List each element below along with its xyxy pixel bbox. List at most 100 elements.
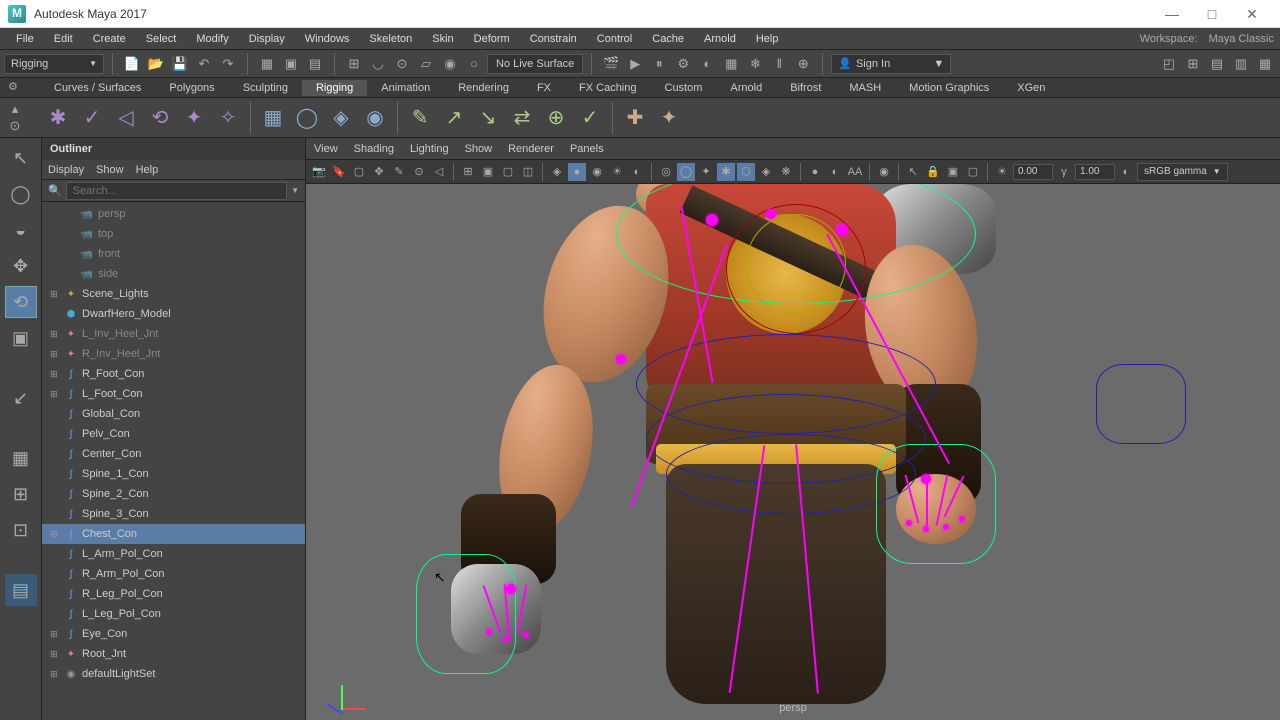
outliner-item-center-con[interactable]: ∫Center_Con bbox=[42, 444, 305, 464]
layout-outliner-icon[interactable]: ▦ bbox=[1254, 53, 1276, 75]
vp-menu-show[interactable]: Show bbox=[465, 143, 493, 155]
render-settings-icon[interactable]: ⚙ bbox=[672, 53, 694, 75]
vp-toggle2-icon[interactable]: ▢ bbox=[964, 163, 982, 181]
shelf-gear-icon[interactable]: ⚙ bbox=[8, 80, 24, 96]
outliner-item-l-foot-con[interactable]: ⊞∫L_Foot_Con bbox=[42, 384, 305, 404]
pause-icon[interactable]: ‖ bbox=[768, 53, 790, 75]
vp-ao-icon[interactable]: ● bbox=[806, 163, 824, 181]
undo-icon[interactable]: ↶ bbox=[193, 53, 215, 75]
vp-film-gate-icon[interactable]: ▣ bbox=[479, 163, 497, 181]
menu-select[interactable]: Select bbox=[136, 31, 187, 47]
rig-pole-control[interactable] bbox=[1096, 364, 1186, 444]
outliner-item-spine-2-con[interactable]: ∫Spine_2_Con bbox=[42, 484, 305, 504]
open-scene-icon[interactable]: 📂 bbox=[145, 53, 167, 75]
mirror-weights-icon[interactable]: ⇄ bbox=[506, 102, 538, 134]
menu-deform[interactable]: Deform bbox=[464, 31, 520, 47]
close-button[interactable]: ✕ bbox=[1232, 4, 1272, 24]
workspace-mode-selector[interactable]: Rigging ▼ bbox=[4, 54, 104, 74]
shelf-tab-polygons[interactable]: Polygons bbox=[155, 80, 228, 96]
four-view-icon[interactable]: ⊞ bbox=[5, 478, 37, 510]
rotate-tool-icon[interactable]: ⟲ bbox=[5, 286, 37, 318]
vp-grease-icon[interactable]: ✎ bbox=[390, 163, 408, 181]
outliner-item-eye-con[interactable]: ⊞∫Eye_Con bbox=[42, 624, 305, 644]
vp-colorspace-select[interactable]: sRGB gamma ▼ bbox=[1137, 163, 1228, 181]
outliner-item-top[interactable]: 📹top bbox=[42, 224, 305, 244]
paint-select-icon[interactable]: ◒ bbox=[5, 214, 37, 246]
outliner-item-persp[interactable]: 📹persp bbox=[42, 204, 305, 224]
constraint-point-icon[interactable]: ✚ bbox=[619, 102, 651, 134]
blend-shape-icon[interactable]: ◈ bbox=[325, 102, 357, 134]
shelf-tab-curves[interactable]: Curves / Surfaces bbox=[40, 80, 155, 96]
vp-wireframe-icon[interactable]: ◈ bbox=[548, 163, 566, 181]
outliner-item-r-leg-pol-con[interactable]: ∫R_Leg_Pol_Con bbox=[42, 584, 305, 604]
shelf-tab-fxcaching[interactable]: FX Caching bbox=[565, 80, 650, 96]
expand-icon[interactable]: ⊞ bbox=[50, 629, 60, 640]
layout-four-icon[interactable]: ⊞ bbox=[1182, 53, 1204, 75]
joint-tool-icon[interactable]: ✱ bbox=[42, 102, 74, 134]
new-scene-icon[interactable]: 📄 bbox=[121, 53, 143, 75]
menu-display[interactable]: Display bbox=[239, 31, 295, 47]
layout-two-icon[interactable]: ▤ bbox=[1206, 53, 1228, 75]
vp-menu-panels[interactable]: Panels bbox=[570, 143, 604, 155]
snap-plane-icon[interactable]: ▱ bbox=[415, 53, 437, 75]
expand-icon[interactable]: ⊞ bbox=[50, 529, 60, 540]
outliner-item-l-arm-pol-con[interactable]: ∫L_Arm_Pol_Con bbox=[42, 544, 305, 564]
vp-menu-lighting[interactable]: Lighting bbox=[410, 143, 449, 155]
menu-windows[interactable]: Windows bbox=[295, 31, 360, 47]
vp-menu-view[interactable]: View bbox=[314, 143, 338, 155]
light-editor-icon[interactable]: ❄ bbox=[744, 53, 766, 75]
viewport-canvas[interactable]: ↖ persp bbox=[306, 184, 1280, 720]
outliner-item-pelv-con[interactable]: ∫Pelv_Con bbox=[42, 424, 305, 444]
outliner-item-chest-con[interactable]: ⊞∫Chest_Con bbox=[42, 524, 305, 544]
select-object-icon[interactable]: ▣ bbox=[280, 53, 302, 75]
vp-dof-icon[interactable]: ◉ bbox=[875, 163, 893, 181]
outliner-search-input[interactable] bbox=[66, 182, 287, 200]
persp-view-icon[interactable]: ⊡ bbox=[5, 514, 37, 546]
render-sequence-icon[interactable]: ⏸ bbox=[648, 53, 670, 75]
shelf-tab-arnold[interactable]: Arnold bbox=[716, 80, 776, 96]
vp-deformers-icon[interactable]: ◈ bbox=[757, 163, 775, 181]
vp-dynamics-icon[interactable]: ❋ bbox=[777, 163, 795, 181]
layout-full-icon[interactable]: ◰ bbox=[1158, 53, 1180, 75]
outliner-item-r-foot-con[interactable]: ⊞∫R_Foot_Con bbox=[42, 364, 305, 384]
vp-isolate-icon[interactable]: ◎ bbox=[657, 163, 675, 181]
select-hierarchy-icon[interactable]: ▦ bbox=[256, 53, 278, 75]
shelf-tab-bifrost[interactable]: Bifrost bbox=[776, 80, 835, 96]
vp-textured-icon[interactable]: ◉ bbox=[588, 163, 606, 181]
select-tool-icon[interactable]: ↖ bbox=[5, 142, 37, 174]
vp-menu-shading[interactable]: Shading bbox=[354, 143, 394, 155]
hypershade-icon[interactable]: ◐ bbox=[696, 53, 718, 75]
vp-lock-cam-icon[interactable]: 🔒 bbox=[924, 163, 942, 181]
vp-gamma-icon[interactable]: γ bbox=[1055, 163, 1073, 181]
vp-lights-icon[interactable]: ☀ bbox=[608, 163, 626, 181]
move-tool-icon[interactable]: ✥ bbox=[5, 250, 37, 282]
vp-gamma-field[interactable] bbox=[1075, 164, 1115, 180]
vp-select-cam-icon[interactable]: ↖ bbox=[904, 163, 922, 181]
menu-skin[interactable]: Skin bbox=[422, 31, 463, 47]
outliner-tree[interactable]: 📹persp📹top📹front📹side⊞✦Scene_Lights⬢Dwar… bbox=[42, 202, 305, 720]
vp-xray-icon[interactable]: ◯ bbox=[677, 163, 695, 181]
menu-edit[interactable]: Edit bbox=[44, 31, 83, 47]
shelf-tab-mash[interactable]: MASH bbox=[835, 80, 895, 96]
vp-aa-icon[interactable]: AA bbox=[846, 163, 864, 181]
outliner-item-front[interactable]: 📹front bbox=[42, 244, 305, 264]
vp-menu-renderer[interactable]: Renderer bbox=[508, 143, 554, 155]
outliner-item-l-leg-pol-con[interactable]: ∫L_Leg_Pol_Con bbox=[42, 604, 305, 624]
shelf-tab-fx[interactable]: FX bbox=[523, 80, 565, 96]
outliner-toggle-icon[interactable]: ▤ bbox=[5, 574, 37, 606]
toggle-icon[interactable]: ⊕ bbox=[792, 53, 814, 75]
snap-curve-icon[interactable]: ◡ bbox=[367, 53, 389, 75]
ik-handle-icon[interactable]: ✦ bbox=[178, 102, 210, 134]
menu-modify[interactable]: Modify bbox=[186, 31, 238, 47]
cluster-icon[interactable]: ◯ bbox=[291, 102, 323, 134]
expand-icon[interactable]: ⊞ bbox=[50, 369, 60, 380]
outliner-menu-display[interactable]: Display bbox=[48, 164, 84, 176]
workspace-value[interactable]: Maya Classic bbox=[1209, 33, 1274, 45]
outliner-item-global-con[interactable]: ∫Global_Con bbox=[42, 404, 305, 424]
menu-file[interactable]: File bbox=[6, 31, 44, 47]
mirror-joint-icon[interactable]: ◁ bbox=[110, 102, 142, 134]
live-surface-field[interactable]: No Live Surface bbox=[487, 54, 583, 74]
vp-exposure-icon[interactable]: ☀ bbox=[993, 163, 1011, 181]
wrap-icon[interactable]: ◉ bbox=[359, 102, 391, 134]
shelf-tab-motion[interactable]: Motion Graphics bbox=[895, 80, 1003, 96]
